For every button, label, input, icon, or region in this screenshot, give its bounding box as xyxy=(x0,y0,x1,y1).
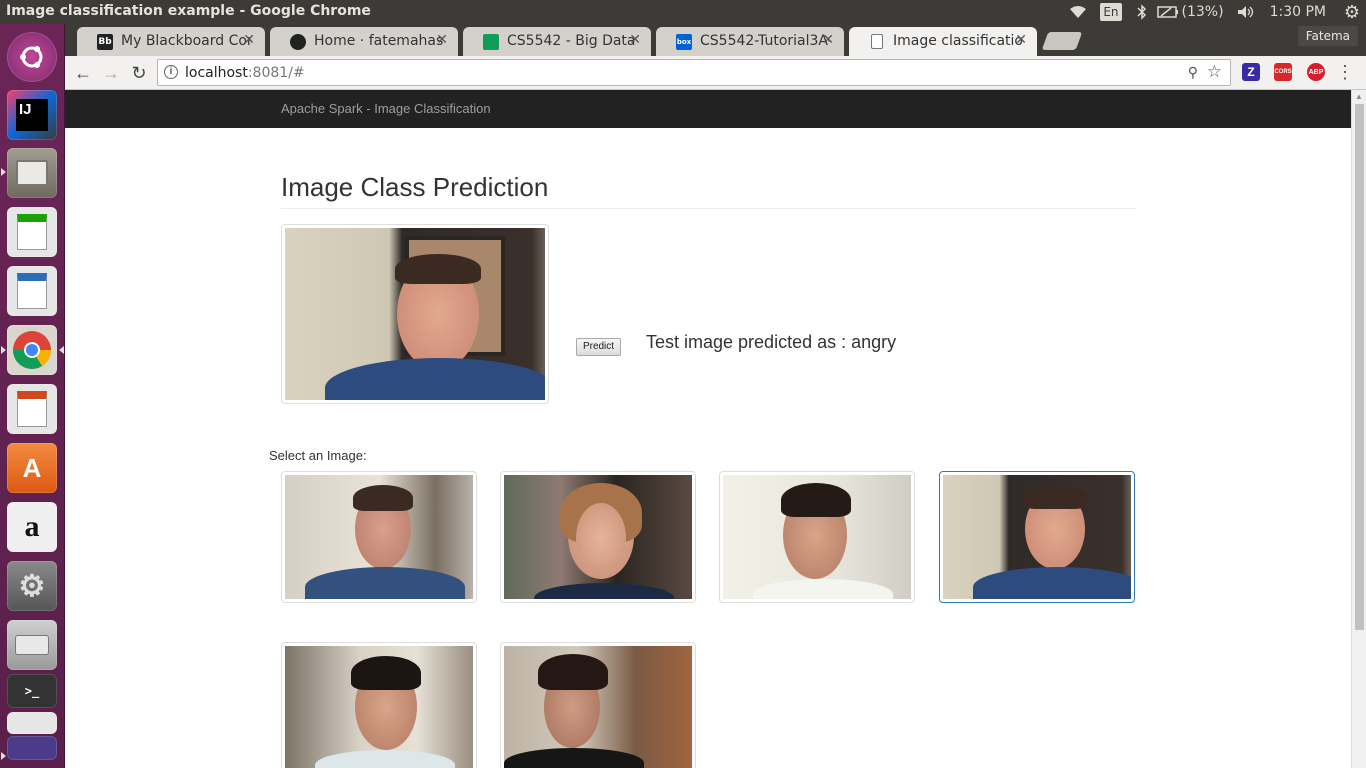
gallery-image[interactable] xyxy=(500,471,696,603)
tab-label: CS5542 - Big Data A xyxy=(507,33,637,49)
ubuntu-dash-icon[interactable] xyxy=(7,32,57,82)
zoom-icon[interactable]: ⚲ xyxy=(1188,64,1198,81)
indicators: En (13%) 1:30 PM ⚙ xyxy=(1064,0,1366,24)
tab-sheets[interactable]: CS5542 - Big Data A ✕ xyxy=(463,27,651,56)
calc-icon[interactable] xyxy=(7,207,57,257)
battery-icon[interactable] xyxy=(1154,0,1182,24)
close-icon[interactable]: ✕ xyxy=(629,32,641,48)
gallery-image[interactable] xyxy=(500,642,696,768)
tab-blackboard[interactable]: Bb My Blackboard Con ✕ xyxy=(77,27,265,56)
back-icon[interactable]: ← xyxy=(70,60,96,86)
terminal-icon[interactable]: >_ xyxy=(7,674,57,708)
gallery-image[interactable] xyxy=(281,471,477,603)
blackboard-icon: Bb xyxy=(97,34,113,50)
disk-icon[interactable] xyxy=(7,620,57,670)
gallery-image-selected[interactable] xyxy=(939,471,1135,603)
cors-extension-icon[interactable]: CORS xyxy=(1274,63,1292,81)
navbar-brand[interactable]: Apache Spark - Image Classification xyxy=(281,101,491,116)
tab-label: Image classificatio xyxy=(893,33,1023,49)
launcher: IJ A a ⚙ >_ xyxy=(0,24,65,768)
close-icon[interactable]: ✕ xyxy=(1015,32,1027,48)
divider xyxy=(281,208,1136,209)
running-indicator xyxy=(1,346,6,354)
prediction-result: Test image predicted as : angry xyxy=(646,332,897,352)
amazon-icon[interactable]: a xyxy=(7,502,57,552)
running-indicator xyxy=(1,168,6,176)
intellij-stack-icon[interactable] xyxy=(7,736,57,760)
intellij-icon[interactable]: IJ xyxy=(7,90,57,140)
select-image-label: Select an Image: xyxy=(269,448,367,463)
github-icon xyxy=(290,34,306,50)
profile-button[interactable]: Fatema xyxy=(1297,26,1358,46)
tab-github[interactable]: Home · fatemahast ✕ xyxy=(270,27,458,56)
site-navbar: Apache Spark - Image Classification xyxy=(65,90,1351,128)
url-text[interactable]: localhost:8081/# xyxy=(185,65,305,81)
gallery-image[interactable] xyxy=(719,471,915,603)
impress-icon[interactable] xyxy=(7,384,57,434)
new-tab-button[interactable] xyxy=(1041,32,1083,50)
focused-indicator xyxy=(59,346,64,354)
running-indicator xyxy=(1,752,6,760)
zotero-extension-icon[interactable]: Z xyxy=(1242,63,1260,81)
window-title: Image classification example - Google Ch… xyxy=(6,3,371,19)
address-bar[interactable]: i localhost:8081/# ⚲ ☆ xyxy=(157,59,1231,86)
page-scrollbar[interactable]: ▲ xyxy=(1351,90,1366,768)
tab-strip: Bb My Blackboard Con ✕ Home · fatemahast… xyxy=(65,24,1366,56)
system-settings-icon[interactable]: ⚙ xyxy=(7,561,57,611)
clock[interactable]: 1:30 PM xyxy=(1260,0,1338,24)
files-icon[interactable] xyxy=(7,148,57,198)
volume-icon[interactable] xyxy=(1232,0,1260,24)
writer-icon[interactable] xyxy=(7,266,57,316)
info-icon[interactable]: i xyxy=(164,65,178,79)
reload-icon[interactable]: ↻ xyxy=(126,60,152,86)
chrome-icon[interactable] xyxy=(7,325,57,375)
tab-label: Home · fatemahast xyxy=(314,33,444,49)
battery-percent: (13%) xyxy=(1181,4,1224,20)
page-viewport: Apache Spark - Image Classification Imag… xyxy=(65,90,1351,768)
tab-label: My Blackboard Con xyxy=(121,33,251,49)
adblock-extension-icon[interactable]: ABP xyxy=(1307,63,1325,81)
bookmark-star-icon[interactable]: ☆ xyxy=(1207,62,1222,82)
keyboard-layout[interactable]: En xyxy=(1100,3,1122,21)
document-viewer-icon[interactable] xyxy=(7,712,57,734)
test-image xyxy=(281,224,549,404)
tab-image-classification[interactable]: Image classificatio ✕ xyxy=(849,27,1037,56)
page-title: Image Class Prediction xyxy=(281,172,549,202)
top-panel: Image classification example - Google Ch… xyxy=(0,0,1366,24)
forward-icon[interactable]: → xyxy=(98,60,124,86)
bluetooth-icon[interactable] xyxy=(1130,0,1154,24)
tab-box[interactable]: box CS5542-Tutorial3A- ✕ xyxy=(656,27,844,56)
software-center-icon[interactable]: A xyxy=(7,443,57,493)
close-icon[interactable]: ✕ xyxy=(822,32,834,48)
close-icon[interactable]: ✕ xyxy=(436,32,448,48)
predict-button[interactable]: Predict xyxy=(576,338,621,356)
scrollbar-thumb[interactable] xyxy=(1355,104,1364,630)
tab-label: CS5542-Tutorial3A- xyxy=(700,33,830,49)
chrome-menu-icon[interactable]: ⋮ xyxy=(1336,62,1354,83)
browser-toolbar: ← → ↻ i localhost:8081/# ⚲ ☆ Z CORS ABP … xyxy=(65,56,1366,90)
wifi-icon[interactable] xyxy=(1064,0,1092,24)
gallery-image[interactable] xyxy=(281,642,477,768)
box-icon: box xyxy=(676,34,692,50)
settings-gear-icon[interactable]: ⚙ xyxy=(1338,0,1366,24)
sheets-icon xyxy=(483,34,499,50)
close-icon[interactable]: ✕ xyxy=(243,32,255,48)
scroll-up-icon[interactable]: ▲ xyxy=(1355,92,1363,101)
page-icon xyxy=(871,34,883,49)
